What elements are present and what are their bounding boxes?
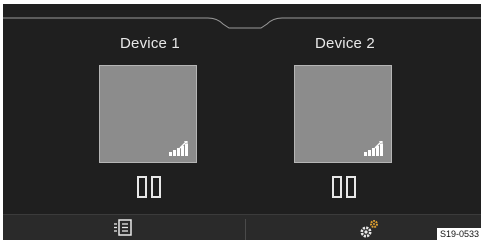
device-2-tile[interactable] <box>294 65 392 163</box>
list-menu-icon <box>114 219 132 236</box>
top-notch-divider <box>3 17 481 29</box>
device-1-label: Device 1 <box>120 35 180 52</box>
device-1-tile[interactable] <box>99 65 197 163</box>
bottom-menu-bar <box>3 214 481 240</box>
device-2-pause-icon[interactable] <box>332 176 356 198</box>
signal-strength-icon <box>364 141 383 156</box>
device-screen: Device 1 Device 2 S19-0533 <box>3 4 481 240</box>
settings-gear-icon <box>360 220 378 238</box>
figure-code: S19-0533 <box>436 228 481 240</box>
device-1-pause-icon[interactable] <box>137 176 161 198</box>
list-menu-button[interactable] <box>3 215 241 240</box>
signal-strength-icon <box>169 141 188 156</box>
device-2-label: Device 2 <box>315 35 375 52</box>
